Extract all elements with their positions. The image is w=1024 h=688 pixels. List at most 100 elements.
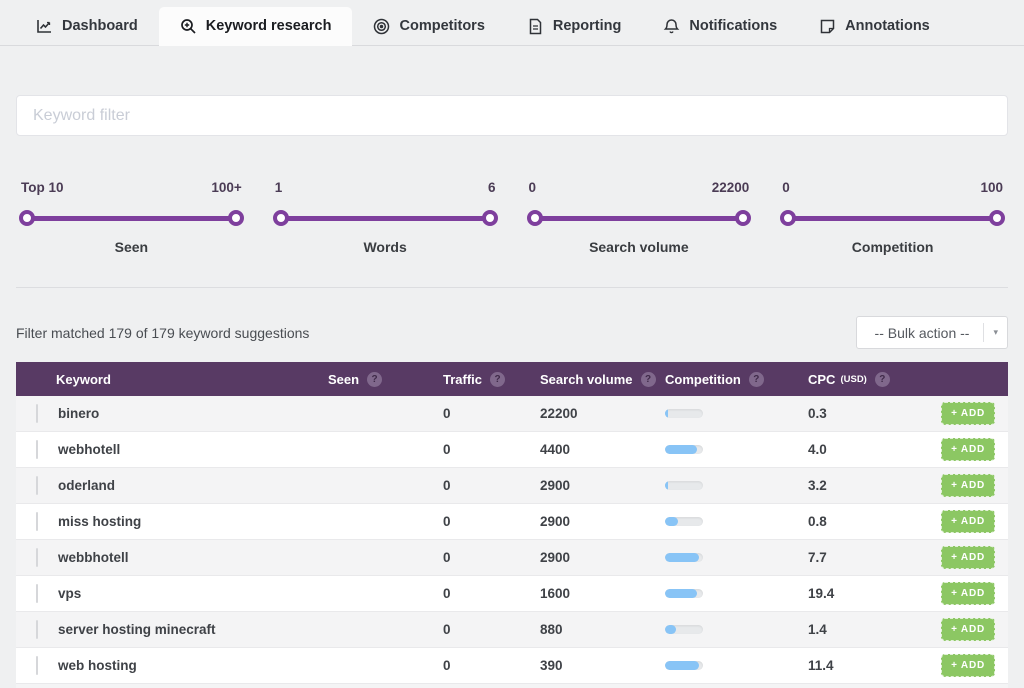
tab-keyword-research[interactable]: Keyword research	[159, 7, 353, 45]
add-keyword-button[interactable]: + ADD	[941, 546, 995, 569]
results-bar: Filter matched 179 of 179 keyword sugges…	[16, 316, 1008, 349]
row-checkbox[interactable]	[36, 512, 38, 531]
slider-track[interactable]	[529, 216, 750, 221]
search-volume-cell: 1600	[540, 586, 665, 601]
search-plus-icon	[180, 18, 197, 35]
col-header-search-volume: Search volume?	[540, 372, 665, 387]
slider-handle-max[interactable]	[228, 210, 244, 226]
tab-dashboard[interactable]: Dashboard	[15, 7, 159, 45]
help-icon[interactable]: ?	[749, 372, 764, 387]
keyword-cell: web hosting	[56, 658, 328, 673]
traffic-cell: 0	[443, 550, 540, 565]
slider-handle-max[interactable]	[482, 210, 498, 226]
table-row: miss hosting 0 2900 0.8 + ADD	[16, 504, 1008, 540]
row-checkbox[interactable]	[36, 440, 38, 459]
table-row: webhotell 0 4400 4.0 + ADD	[16, 432, 1008, 468]
competition-bar	[665, 661, 703, 670]
search-volume-cell: 2900	[540, 514, 665, 529]
competition-cell	[665, 553, 808, 562]
col-header-traffic: Traffic?	[443, 372, 540, 387]
tab-competitors[interactable]: Competitors	[352, 7, 505, 45]
row-checkbox[interactable]	[36, 620, 38, 639]
competition-cell	[665, 409, 808, 418]
competition-bar	[665, 481, 703, 490]
tab-label: Dashboard	[62, 18, 138, 34]
search-volume-cell: 2900	[540, 550, 665, 565]
competition-bar	[665, 517, 703, 526]
competition-cell	[665, 589, 808, 598]
search-volume-cell: 4400	[540, 442, 665, 457]
add-keyword-button[interactable]: + ADD	[941, 402, 995, 425]
slider-max-label: 22200	[712, 180, 750, 195]
add-keyword-button[interactable]: + ADD	[941, 582, 995, 605]
keyword-cell: miss hosting	[56, 514, 328, 529]
slider-title: Search volume	[529, 239, 750, 255]
section-divider	[16, 287, 1008, 288]
competition-bar	[665, 445, 703, 454]
competition-cell	[665, 517, 808, 526]
keyword-cell: webbhotell	[56, 550, 328, 565]
add-keyword-button[interactable]: + ADD	[941, 438, 995, 461]
bulk-action-dropdown[interactable]: -- Bulk action -- ▾	[856, 316, 1008, 349]
competition-bar	[665, 589, 703, 598]
add-keyword-button[interactable]: + ADD	[941, 510, 995, 533]
competition-bar-fill	[665, 661, 699, 670]
slider-seen: Top 10 100+ Seen	[21, 180, 242, 255]
help-icon[interactable]: ?	[641, 372, 656, 387]
row-checkbox[interactable]	[36, 656, 38, 675]
keyword-cell: webhotell	[56, 442, 328, 457]
line-chart-icon	[36, 18, 53, 35]
slider-search-volume: 0 22200 Search volume	[529, 180, 750, 255]
row-checkbox[interactable]	[36, 548, 38, 567]
competition-cell	[665, 661, 808, 670]
table-row-partial	[16, 684, 1008, 688]
keyword-filter-input[interactable]	[16, 95, 1008, 136]
keyword-table: Keyword Seen? Traffic? Search volume? Co…	[16, 362, 1008, 688]
slider-handle-min[interactable]	[19, 210, 35, 226]
slider-track[interactable]	[21, 216, 242, 221]
add-keyword-button[interactable]: + ADD	[941, 654, 995, 677]
search-volume-cell: 390	[540, 658, 665, 673]
add-keyword-button[interactable]: + ADD	[941, 474, 995, 497]
row-checkbox[interactable]	[36, 476, 38, 495]
help-icon[interactable]: ?	[490, 372, 505, 387]
slider-handle-min[interactable]	[780, 210, 796, 226]
col-header-cpc: CPC(USD)?	[808, 372, 925, 387]
slider-handle-min[interactable]	[273, 210, 289, 226]
competition-bar-fill	[665, 481, 668, 490]
traffic-cell: 0	[443, 658, 540, 673]
slider-handle-max[interactable]	[989, 210, 1005, 226]
bulk-action-label: -- Bulk action --	[857, 325, 984, 341]
traffic-cell: 0	[443, 442, 540, 457]
tab-notifications[interactable]: Notifications	[642, 7, 798, 45]
tab-label: Annotations	[845, 18, 930, 34]
slider-min-label: 1	[275, 180, 283, 195]
row-checkbox[interactable]	[36, 404, 38, 423]
slider-handle-min[interactable]	[527, 210, 543, 226]
add-keyword-button[interactable]: + ADD	[941, 618, 995, 641]
document-icon	[527, 18, 544, 35]
help-icon[interactable]: ?	[875, 372, 890, 387]
traffic-cell: 0	[443, 586, 540, 601]
table-row: binero 0 22200 0.3 + ADD	[16, 396, 1008, 432]
traffic-cell: 0	[443, 622, 540, 637]
help-icon[interactable]: ?	[367, 372, 382, 387]
slider-track[interactable]	[275, 216, 496, 221]
cpc-cell: 4.0	[808, 442, 925, 457]
tab-reporting[interactable]: Reporting	[506, 7, 642, 45]
keyword-cell: vps	[56, 586, 328, 601]
table-row: oderland 0 2900 3.2 + ADD	[16, 468, 1008, 504]
slider-track[interactable]	[782, 216, 1003, 221]
slider-min-label: Top 10	[21, 180, 64, 195]
keyword-cell: binero	[56, 406, 328, 421]
tab-annotations[interactable]: Annotations	[798, 7, 951, 45]
slider-handle-max[interactable]	[735, 210, 751, 226]
traffic-cell: 0	[443, 514, 540, 529]
search-volume-cell: 2900	[540, 478, 665, 493]
table-row: webbhotell 0 2900 7.7 + ADD	[16, 540, 1008, 576]
search-volume-cell: 22200	[540, 406, 665, 421]
row-checkbox[interactable]	[36, 584, 38, 603]
cpc-cell: 0.3	[808, 406, 925, 421]
competition-bar	[665, 625, 703, 634]
competition-bar	[665, 409, 703, 418]
